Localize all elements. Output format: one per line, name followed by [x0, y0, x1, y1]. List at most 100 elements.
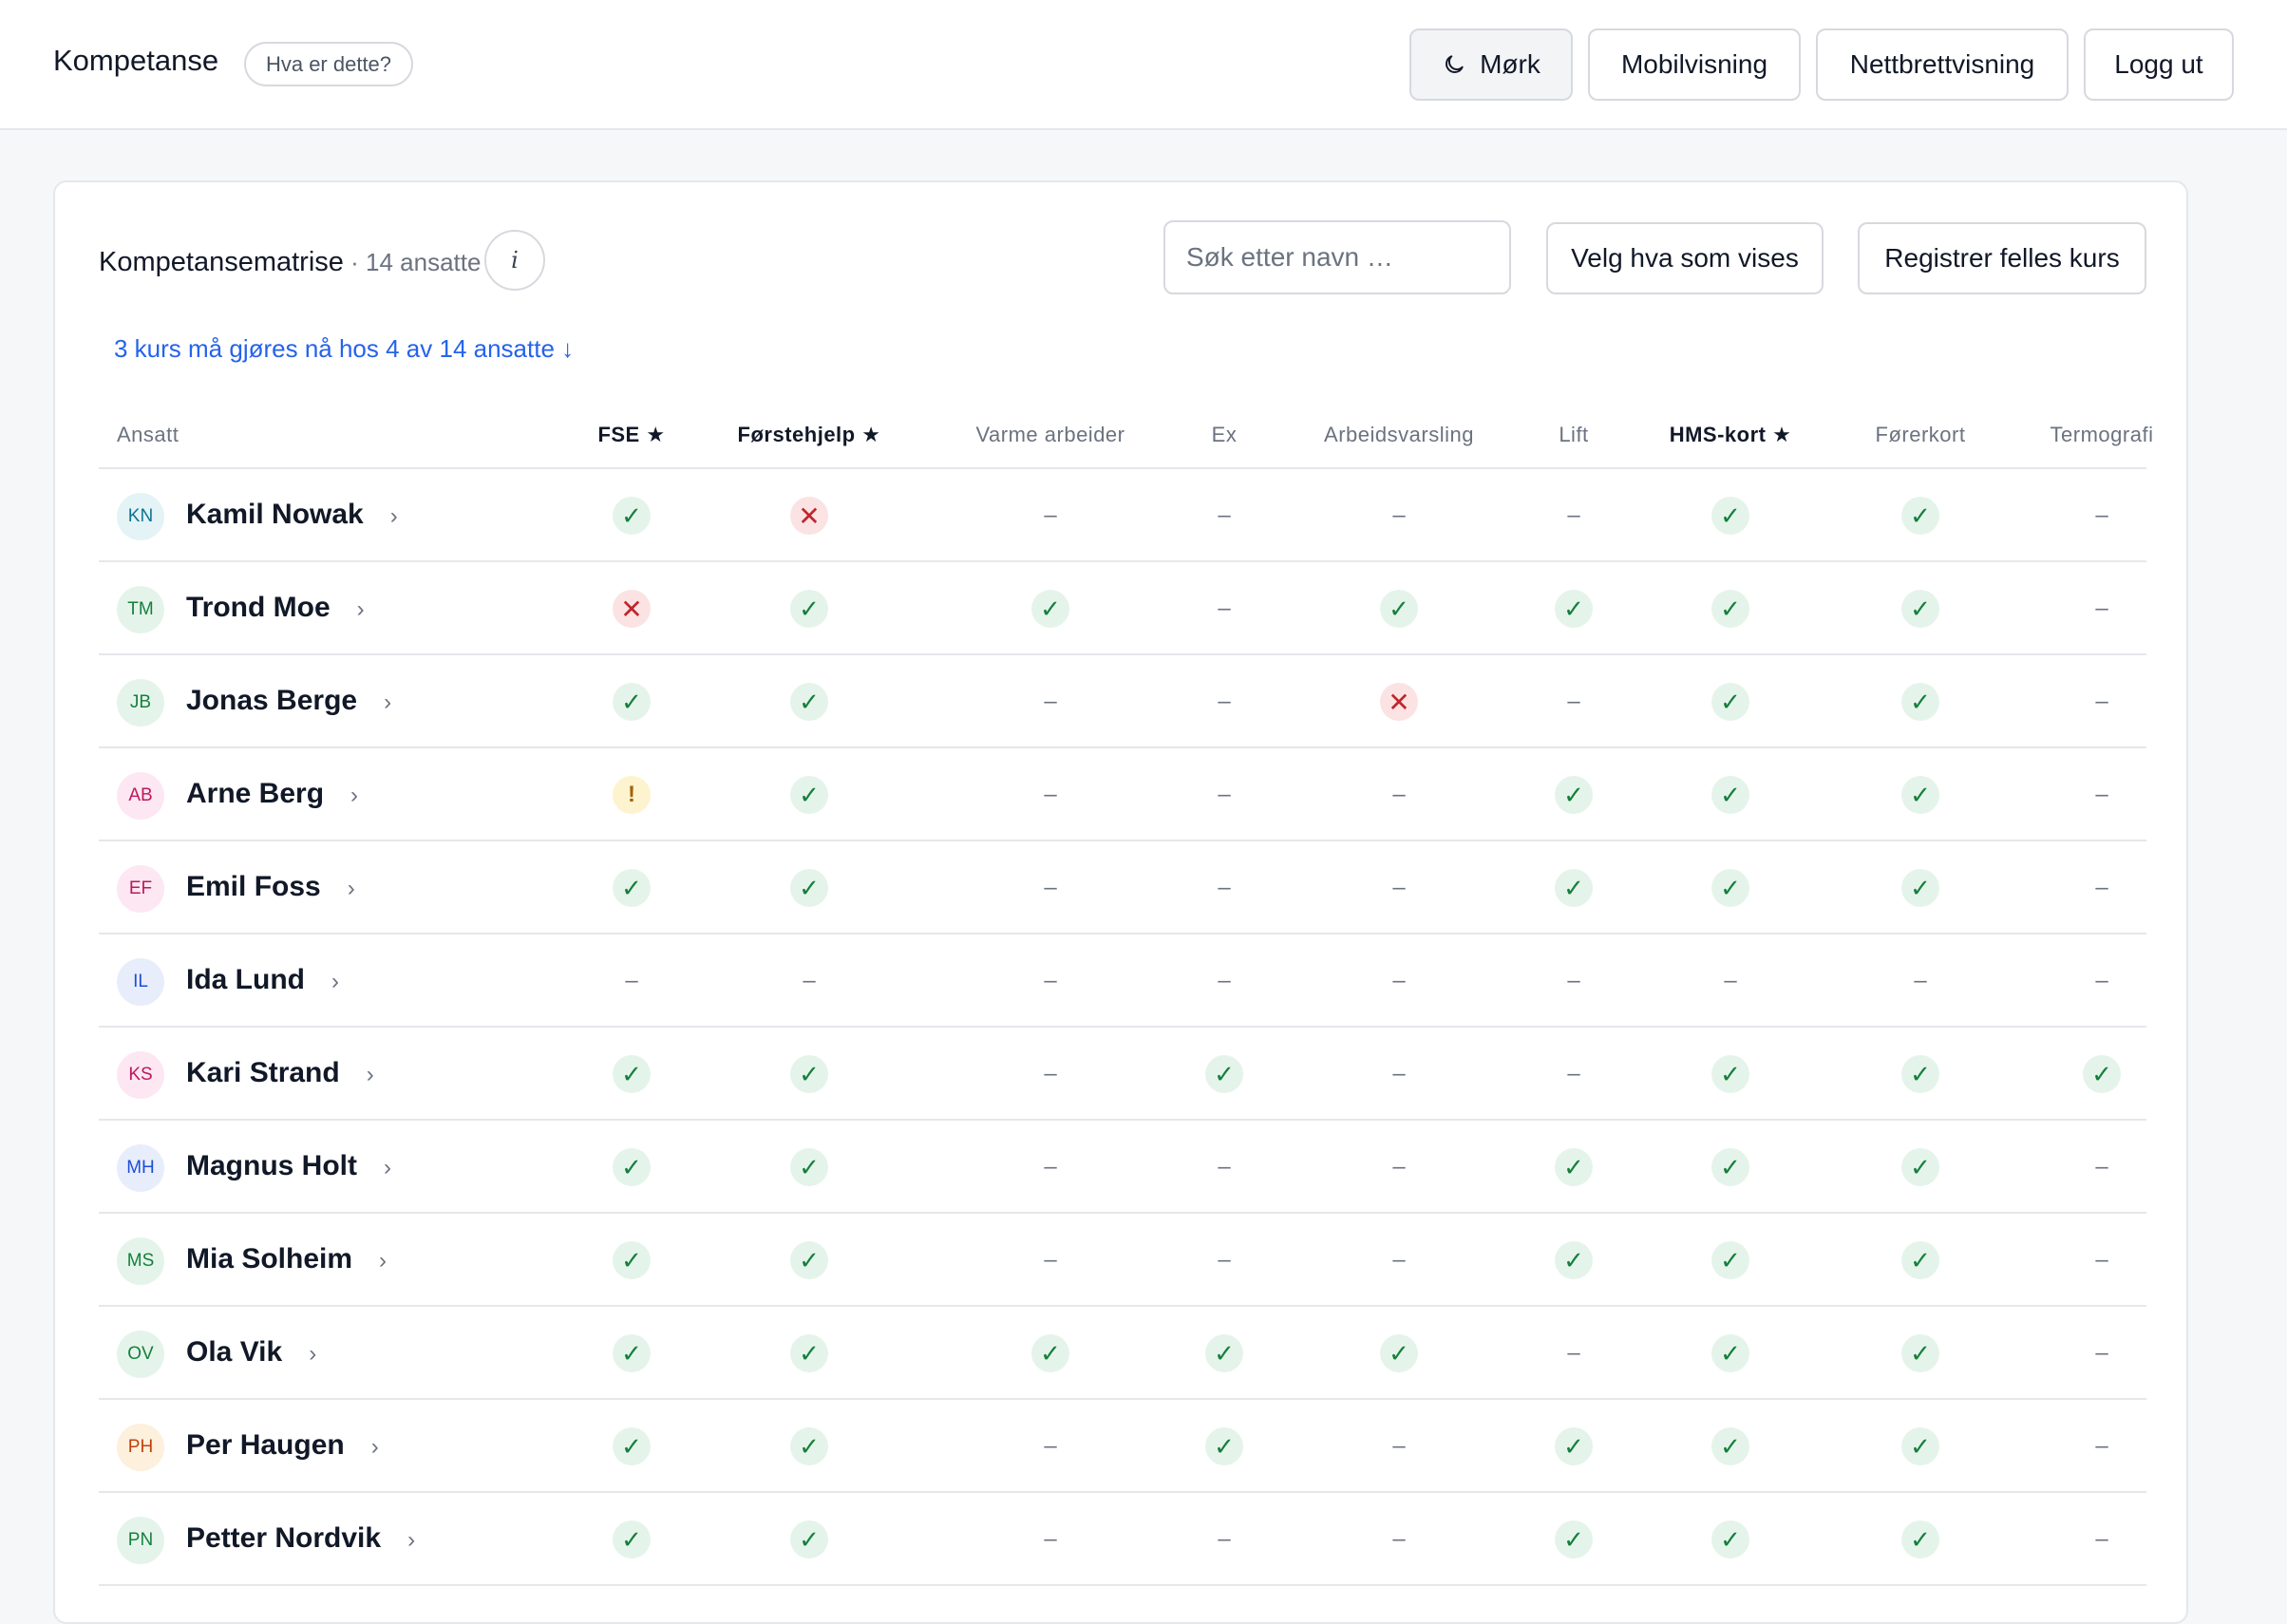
check-icon[interactable]: ✓: [613, 1520, 651, 1558]
employee-name-link[interactable]: Arne Berg ›: [186, 778, 358, 810]
warning-icon[interactable]: !: [613, 776, 651, 814]
check-icon[interactable]: ✓: [1711, 497, 1749, 535]
check-icon[interactable]: ✓: [790, 683, 828, 721]
column-header[interactable]: Arbeidsvarsling: [1324, 401, 1474, 469]
check-icon[interactable]: ✓: [613, 1427, 651, 1465]
matrix-title: Kompetansematrise · 14 ansatte: [99, 247, 481, 278]
check-icon[interactable]: ✓: [613, 683, 651, 721]
check-icon[interactable]: ✓: [790, 776, 828, 814]
chevron-right-icon: ›: [350, 783, 359, 808]
column-header[interactable]: Lift: [1559, 401, 1588, 469]
check-icon[interactable]: ✓: [1901, 1055, 1939, 1093]
employee-name-link[interactable]: Kamil Nowak ›: [186, 499, 398, 531]
check-icon[interactable]: ✓: [1380, 1334, 1418, 1372]
check-icon[interactable]: ✓: [613, 497, 651, 535]
table-row: MS Mia Solheim › ✓ ✓ – – – ✓ ✓ ✓ –: [99, 1214, 2146, 1307]
mobile-view-button[interactable]: Mobilvisning: [1588, 28, 1801, 101]
column-header[interactable]: Ex: [1212, 401, 1238, 469]
employee-name-link[interactable]: Emil Foss ›: [186, 871, 355, 903]
column-header[interactable]: Varme arbeider: [976, 401, 1125, 469]
table-body: KN Kamil Nowak › ✓ ✕ – – – – ✓ ✓ – TM Trond Moe › ✕ ✓ ✓ – ✓…: [99, 469, 2146, 1586]
check-icon[interactable]: ✓: [1711, 1148, 1749, 1186]
check-icon[interactable]: ✓: [1205, 1334, 1243, 1372]
check-icon[interactable]: ✓: [1901, 1148, 1939, 1186]
check-icon[interactable]: ✓: [613, 1334, 651, 1372]
column-header[interactable]: Termografi: [2051, 401, 2154, 469]
check-icon[interactable]: ✓: [613, 1055, 651, 1093]
check-icon[interactable]: ✓: [790, 1055, 828, 1093]
cross-icon[interactable]: ✕: [1380, 683, 1418, 721]
check-icon[interactable]: ✓: [1555, 1148, 1593, 1186]
employee-name-link[interactable]: Per Haugen ›: [186, 1429, 379, 1462]
check-icon[interactable]: ✓: [1031, 590, 1069, 628]
check-icon[interactable]: ✓: [1901, 1520, 1939, 1558]
check-icon[interactable]: ✓: [2083, 1055, 2121, 1093]
check-icon[interactable]: ✓: [1555, 1241, 1593, 1279]
check-icon[interactable]: ✓: [1901, 1427, 1939, 1465]
check-icon[interactable]: ✓: [613, 1241, 651, 1279]
dark-mode-button[interactable]: Mørk: [1409, 28, 1573, 101]
column-header[interactable]: FSE ★: [597, 401, 665, 469]
check-icon[interactable]: ✓: [790, 1427, 828, 1465]
logout-button[interactable]: Logg ut: [2084, 28, 2234, 101]
column-header[interactable]: Førerkort: [1876, 401, 1966, 469]
column-header[interactable]: Førstehjelp ★: [738, 401, 881, 469]
check-icon[interactable]: ✓: [1555, 590, 1593, 628]
check-icon[interactable]: ✓: [790, 869, 828, 907]
check-icon[interactable]: ✓: [1205, 1055, 1243, 1093]
cross-icon[interactable]: ✕: [790, 497, 828, 535]
employee-name-link[interactable]: Trond Moe ›: [186, 592, 365, 624]
check-icon[interactable]: ✓: [1380, 590, 1418, 628]
check-icon[interactable]: ✓: [1555, 776, 1593, 814]
employee-name-link[interactable]: Mia Solheim ›: [186, 1243, 387, 1275]
check-icon[interactable]: ✓: [1711, 1520, 1749, 1558]
choose-columns-button[interactable]: Velg hva som vises: [1546, 222, 1824, 294]
check-icon[interactable]: ✓: [790, 1520, 828, 1558]
employee-column-header[interactable]: Ansatt: [117, 401, 179, 469]
employee-name-link[interactable]: Petter Nordvik ›: [186, 1522, 415, 1555]
check-icon[interactable]: ✓: [790, 590, 828, 628]
check-icon[interactable]: ✓: [1711, 1055, 1749, 1093]
avatar: AB: [117, 772, 164, 820]
tablet-view-button[interactable]: Nettbrettvisning: [1816, 28, 2069, 101]
check-icon[interactable]: ✓: [1711, 776, 1749, 814]
employee-name-link[interactable]: Ida Lund ›: [186, 964, 339, 996]
check-icon[interactable]: ✓: [1901, 1241, 1939, 1279]
check-icon[interactable]: ✓: [1555, 1427, 1593, 1465]
employee-name-link[interactable]: Kari Strand ›: [186, 1057, 374, 1089]
check-icon[interactable]: ✓: [1711, 1427, 1749, 1465]
check-icon[interactable]: ✓: [1901, 590, 1939, 628]
dash-icon: –: [1567, 1340, 1580, 1366]
check-icon[interactable]: ✓: [1555, 1520, 1593, 1558]
check-icon[interactable]: ✓: [1711, 1241, 1749, 1279]
check-icon[interactable]: ✓: [1711, 869, 1749, 907]
check-icon[interactable]: ✓: [1901, 1334, 1939, 1372]
check-icon[interactable]: ✓: [790, 1334, 828, 1372]
help-button[interactable]: Hva er dette?: [244, 42, 413, 86]
check-icon[interactable]: ✓: [790, 1148, 828, 1186]
check-icon[interactable]: ✓: [1205, 1427, 1243, 1465]
dash-icon: –: [1218, 689, 1231, 714]
employee-count: · 14 ansatte: [343, 248, 482, 276]
check-icon[interactable]: ✓: [1555, 869, 1593, 907]
check-icon[interactable]: ✓: [790, 1241, 828, 1279]
register-course-button[interactable]: Registrer felles kurs: [1858, 222, 2146, 294]
check-icon[interactable]: ✓: [613, 869, 651, 907]
employee-name-link[interactable]: Magnus Holt ›: [186, 1150, 391, 1182]
check-icon[interactable]: ✓: [613, 1148, 651, 1186]
check-icon[interactable]: ✓: [1901, 869, 1939, 907]
check-icon[interactable]: ✓: [1031, 1334, 1069, 1372]
check-icon[interactable]: ✓: [1901, 683, 1939, 721]
check-icon[interactable]: ✓: [1901, 776, 1939, 814]
employee-name-link[interactable]: Jonas Berge ›: [186, 685, 391, 717]
check-icon[interactable]: ✓: [1901, 497, 1939, 535]
column-header[interactable]: HMS-kort ★: [1670, 401, 1792, 469]
check-icon[interactable]: ✓: [1711, 683, 1749, 721]
employee-name-link[interactable]: Ola Vik ›: [186, 1336, 316, 1369]
check-icon[interactable]: ✓: [1711, 590, 1749, 628]
check-icon[interactable]: ✓: [1711, 1334, 1749, 1372]
info-icon[interactable]: i: [484, 230, 545, 291]
search-input[interactable]: [1163, 220, 1511, 294]
urgent-courses-link[interactable]: 3 kurs må gjøres nå hos 4 av 14 ansatte …: [114, 334, 574, 364]
cross-icon[interactable]: ✕: [613, 590, 651, 628]
